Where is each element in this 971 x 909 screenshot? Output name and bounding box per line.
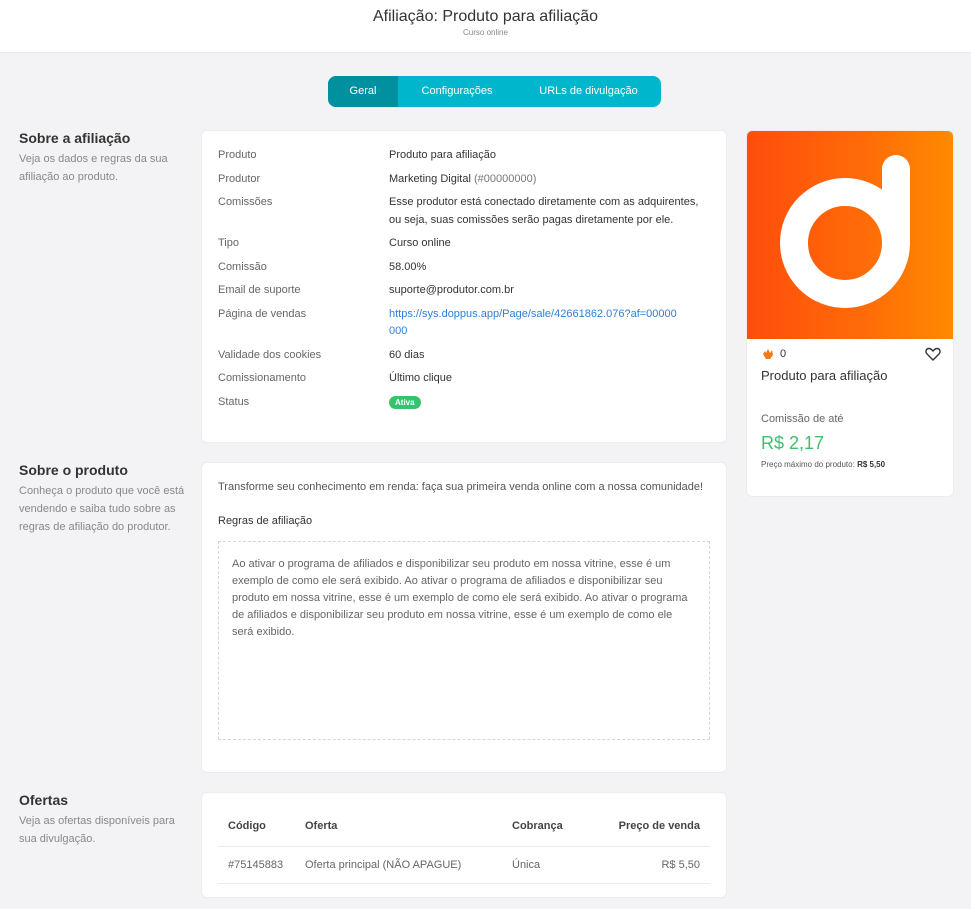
- commission-amount: R$ 2,17: [761, 433, 825, 453]
- col-codigo: Código: [218, 807, 305, 847]
- info-value: Esse produtor está conectado diretamente…: [389, 196, 699, 226]
- product-name: Produto para afiliação: [761, 368, 888, 383]
- likes-count: 0: [780, 348, 787, 360]
- section-offers-header: Ofertas Veja as ofertas disponíveis para…: [19, 791, 189, 848]
- brand-logo-icon: [780, 155, 910, 308]
- info-label: Página de vendas: [218, 307, 307, 320]
- info-value: suporte@produtor.com.br: [389, 284, 514, 296]
- info-label: Comissão: [218, 260, 267, 273]
- tab-geral[interactable]: Geral: [328, 76, 398, 107]
- status-badge: Ativa: [389, 395, 421, 409]
- max-price-label: Preço máximo do produto:: [761, 460, 855, 469]
- page-subtitle: Curso online: [463, 28, 508, 37]
- max-price-value: R$ 5,50: [857, 460, 886, 469]
- info-label: Comissões: [218, 196, 273, 208]
- section-affiliation-description: Veja os dados e regras da sua afiliação …: [19, 153, 168, 183]
- product-description: Transforme seu conhecimento em renda: fa…: [218, 481, 704, 493]
- tab-bar: Geral Configurações URLs de divulgação: [328, 76, 661, 107]
- info-row-validade: Validade dos cookies 60 dias: [218, 347, 710, 365]
- info-value: Último clique: [389, 372, 452, 384]
- info-label: Produto: [218, 149, 257, 161]
- info-label: Validade dos cookies: [218, 348, 322, 361]
- info-label: Produtor: [218, 172, 261, 185]
- offers-table-header: Código Oferta Cobrança Preço de venda: [218, 807, 710, 847]
- col-oferta: Oferta: [305, 807, 512, 847]
- info-value: Produto para afiliação: [389, 149, 497, 161]
- info-row-comissionamento: Comissionamento Último clique: [218, 370, 710, 388]
- info-row-produto: Produto Produto para afiliação: [218, 147, 710, 165]
- info-label: Status: [218, 395, 250, 408]
- product-logo-image: [747, 131, 953, 339]
- offers-card: Código Oferta Cobrança Preço de venda #7…: [201, 792, 727, 898]
- tab-urls-divulgacao[interactable]: URLs de divulgação: [516, 76, 661, 107]
- section-affiliation-title: Sobre a afiliação: [19, 130, 131, 146]
- affiliation-info-card: Produto Produto para afiliação Produtor …: [201, 130, 727, 443]
- rules-box: Ao ativar o programa de afiliados e disp…: [218, 541, 710, 740]
- info-row-comissao: Comissão 58.00%: [218, 259, 710, 277]
- sales-page-link[interactable]: https://sys.doppus.app/Page/sale/4266186…: [389, 308, 677, 338]
- info-label: Tipo: [218, 237, 239, 249]
- info-row-pagina-vendas: Página de vendas https://sys.doppus.app/…: [218, 306, 710, 341]
- producer-id: (#00000000): [473, 172, 537, 185]
- rules-title: Regras de afiliação: [218, 515, 313, 527]
- info-label: Comissionamento: [218, 372, 307, 384]
- shaka-hand-icon: [763, 349, 773, 359]
- info-label: Email de suporte: [218, 284, 301, 296]
- info-value: Marketing Digital (#00000000): [389, 171, 710, 189]
- offer-price: R$ 5,50: [592, 846, 710, 884]
- tab-configuracoes[interactable]: Configurações: [398, 76, 516, 107]
- max-price: Preço máximo do produto: R$ 5,50: [747, 454, 953, 471]
- col-cobranca: Cobrança: [512, 807, 592, 847]
- offer-billing: Única: [512, 846, 592, 884]
- product-meta-row: 0: [747, 339, 953, 361]
- info-row-tipo: Tipo Curso online: [218, 235, 710, 253]
- product-info-card: Transforme seu conhecimento em renda: fa…: [201, 462, 727, 773]
- info-row-produtor: Produtor Marketing Digital (#00000000): [218, 171, 710, 189]
- product-preview-card: 0 Produto para afiliação Comissão de até…: [746, 130, 954, 497]
- offer-code: #75145883: [218, 846, 305, 884]
- page-header: Afiliação: Produto para afiliação Curso …: [0, 0, 971, 53]
- col-preco: Preço de venda: [592, 807, 710, 847]
- table-row: #75145883 Oferta principal (NÃO APAGUE) …: [218, 846, 710, 884]
- section-offers-description: Veja as ofertas disponíveis para sua div…: [19, 815, 175, 845]
- offer-name: Oferta principal (NÃO APAGUE): [305, 846, 512, 884]
- info-value: Ativa: [389, 394, 710, 412]
- info-row-email: Email de suporte suporte@produtor.com.br: [218, 282, 710, 300]
- info-value: 58.00%: [389, 260, 427, 273]
- info-value: https://sys.doppus.app/Page/sale/4266186…: [389, 306, 679, 341]
- section-product-title: Sobre o produto: [19, 462, 128, 478]
- section-product-description: Conheça o produto que você está vendendo…: [19, 485, 185, 533]
- section-offers-title: Ofertas: [19, 792, 69, 808]
- info-row-status: Status Ativa: [218, 394, 710, 412]
- commission-label: Comissão de até: [761, 413, 844, 425]
- likes-counter: 0: [761, 347, 786, 361]
- section-affiliation-header: Sobre a afiliação Veja os dados e regras…: [19, 129, 189, 186]
- producer-name: Marketing Digital: [389, 172, 471, 185]
- offers-table: Código Oferta Cobrança Preço de venda #7…: [218, 807, 710, 884]
- section-product-header: Sobre o produto Conheça o produto que vo…: [19, 461, 189, 536]
- info-value: Curso online: [389, 237, 451, 249]
- heart-icon[interactable]: [925, 347, 941, 361]
- info-row-comissoes: Comissões Esse produtor está conectado d…: [218, 194, 710, 229]
- page-title: Afiliação: Produto para afiliação: [372, 8, 599, 25]
- info-value: 60 dias: [389, 348, 425, 361]
